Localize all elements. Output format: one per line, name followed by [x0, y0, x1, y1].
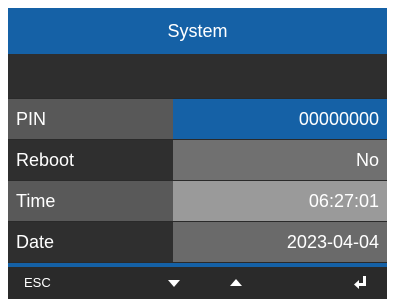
system-screen: System PIN 00000000 Reboot No Time 06:27…: [8, 8, 387, 299]
setting-label-date: Date: [8, 222, 173, 262]
setting-row-reboot[interactable]: Reboot No: [8, 140, 387, 180]
setting-row-date[interactable]: Date 2023-04-04: [8, 222, 387, 262]
setting-value-date[interactable]: 2023-04-04: [173, 222, 387, 262]
enter-return-icon[interactable]: [354, 276, 368, 290]
setting-label-time: Time: [8, 181, 173, 221]
page-title: System: [8, 8, 387, 54]
setting-row-time[interactable]: Time 06:27:01: [8, 181, 387, 221]
setting-label-pin: PIN: [8, 99, 173, 139]
setting-value-pin[interactable]: 00000000: [173, 99, 387, 139]
footer-bar: ESC: [8, 267, 387, 299]
blank-bar: [8, 54, 387, 98]
setting-row-pin[interactable]: PIN 00000000: [8, 99, 387, 139]
setting-value-time[interactable]: 06:27:01: [173, 181, 387, 221]
esc-button[interactable]: ESC: [24, 267, 51, 299]
triangle-down-icon[interactable]: [168, 280, 180, 287]
triangle-up-icon[interactable]: [230, 279, 242, 286]
setting-label-reboot: Reboot: [8, 140, 173, 180]
setting-value-reboot[interactable]: No: [173, 140, 387, 180]
